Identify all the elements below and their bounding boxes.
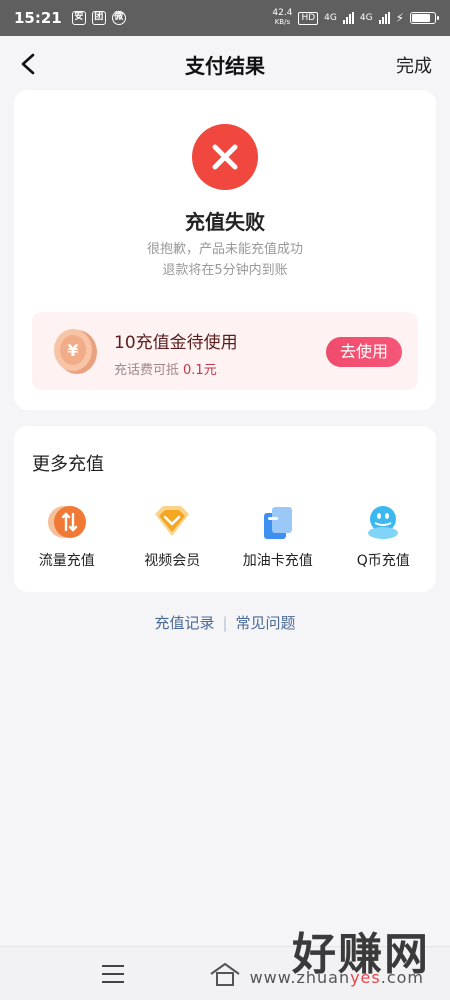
- section-title: 更多充值: [32, 454, 104, 475]
- network-type: 4G: [324, 13, 337, 23]
- link-separator: |: [222, 614, 228, 632]
- result-message: 很抱歉，产品未能充值成功: [146, 242, 303, 257]
- signal-icon: [378, 12, 390, 24]
- hd-badge: HD: [298, 11, 319, 25]
- result-card: 充值失败 很抱歉，产品未能充值成功 退款将在5分钟内到账 ¥ 10充值金待使用 …: [14, 90, 436, 410]
- system-indicators: 42.4 KB/s HD 4G 4G ⚡: [272, 8, 439, 27]
- recharge-records-link[interactable]: 充值记录: [154, 614, 214, 632]
- charging-icon: ⚡: [395, 11, 404, 25]
- notification-icons: 安 团 微: [71, 11, 126, 25]
- battery-icon: [410, 12, 439, 24]
- grid-item-label: 流量充值: [38, 553, 95, 569]
- home-icon[interactable]: [208, 961, 242, 987]
- fuel-card-icon: [256, 502, 300, 542]
- close-icon: [192, 124, 258, 190]
- faq-link[interactable]: 常见问题: [236, 614, 296, 632]
- page-header: 支付结果 完成: [0, 36, 450, 92]
- use-coupon-button[interactable]: 去使用: [326, 337, 402, 367]
- grid-item-label: 视频会员: [144, 553, 201, 569]
- done-button[interactable]: 完成: [396, 52, 432, 78]
- more-recharge-card: 更多充值 流量充值 视频会员 加油卡充值 Q币充值: [14, 426, 436, 592]
- menu-icon[interactable]: [102, 965, 124, 983]
- qq-coin-icon: [361, 502, 405, 542]
- network-type: 4G: [359, 13, 373, 23]
- coupon-banner: ¥ 10充值金待使用 充话费可抵 0.1元 去使用: [32, 312, 418, 390]
- coupon-desc: 充话费可抵 0.1元: [114, 363, 217, 378]
- data-traffic-icon: [45, 502, 89, 542]
- grid-item-label: Q币充值: [356, 553, 410, 569]
- notification-app-icon: 安: [71, 11, 86, 25]
- chevron-left-icon: [21, 53, 35, 75]
- watermark-url: www.zhuanyes.com: [249, 968, 424, 987]
- video-vip-recharge[interactable]: 视频会员: [120, 502, 226, 570]
- signal-icon: [342, 12, 354, 24]
- footer-links: 充值记录 | 常见问题: [0, 612, 450, 633]
- result-title: 充值失败: [185, 210, 265, 234]
- video-vip-icon: [150, 502, 194, 542]
- data-traffic-recharge[interactable]: 流量充值: [14, 502, 120, 570]
- svg-text:¥: ¥: [67, 341, 78, 360]
- notification-app-icon: 团: [91, 11, 106, 25]
- coupon-amount: 0.1元: [183, 363, 217, 378]
- coin-icon: ¥: [54, 329, 97, 374]
- fuel-card-recharge[interactable]: 加油卡充值: [225, 502, 331, 570]
- status-bar: 15:21 安 团 微 42.4 KB/s HD 4G 4G ⚡: [0, 0, 450, 36]
- net-speed: 42.4 KB/s: [272, 8, 293, 27]
- refund-message: 退款将在5分钟内到账: [162, 263, 288, 278]
- grid-item-label: 加油卡充值: [242, 553, 313, 569]
- qq-coin-recharge[interactable]: Q币充值: [331, 502, 437, 570]
- coupon-title: 10充值金待使用: [114, 333, 238, 353]
- status-time: 15:21: [14, 9, 62, 27]
- wechat-icon: 微: [111, 11, 126, 25]
- recharge-grid: 流量充值 视频会员 加油卡充值 Q币充值: [14, 502, 436, 570]
- page-title: 支付结果: [185, 53, 265, 78]
- back-button[interactable]: [14, 50, 42, 78]
